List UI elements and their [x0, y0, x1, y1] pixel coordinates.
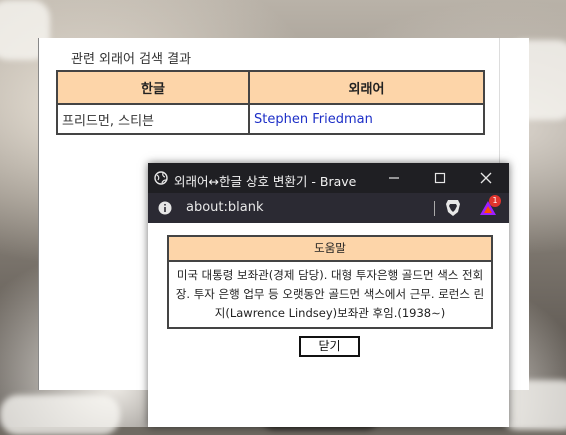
notification-badge: 1 — [489, 195, 501, 207]
address-bar: about:blank 1 — [148, 193, 509, 223]
close-window-button[interactable] — [463, 163, 509, 193]
window-titlebar[interactable]: 외래어↔한글 상호 변환기 - Brave — [148, 163, 509, 193]
column-header-korean: 한글 — [56, 70, 250, 105]
globe-icon — [154, 171, 168, 185]
maximize-button[interactable] — [417, 163, 463, 193]
close-icon — [480, 172, 492, 184]
popup-window: 외래어↔한글 상호 변환기 - Brave about:blank 1 도움말 — [148, 163, 509, 427]
foreign-word-link[interactable]: Stephen Friedman — [254, 112, 373, 127]
address-divider — [434, 201, 435, 216]
help-heading: 도움말 — [169, 237, 491, 262]
help-box: 도움말 미국 대통령 보좌관(경제 담당). 대형 투자은행 골드먼 색스 전회… — [167, 235, 493, 329]
cell-foreign: Stephen Friedman — [248, 103, 485, 135]
window-title: 외래어↔한글 상호 변환기 - Brave — [174, 174, 357, 189]
info-icon[interactable] — [158, 201, 172, 215]
column-header-foreign: 외래어 — [248, 70, 485, 105]
table-row: 프리드먼, 스티븐 Stephen Friedman — [56, 103, 485, 135]
help-description: 미국 대통령 보좌관(경제 담당). 대형 투자은행 골드먼 색스 전회장. 투… — [175, 268, 485, 320]
maximize-icon — [434, 172, 446, 184]
section-title: 관련 외래어 검색 결과 — [71, 52, 192, 67]
close-button[interactable]: 닫기 — [299, 336, 360, 357]
brave-shield-icon[interactable] — [445, 199, 461, 217]
address-url[interactable]: about:blank — [186, 200, 264, 215]
cell-korean: 프리드먼, 스티븐 — [56, 103, 250, 135]
minimize-icon — [389, 177, 399, 179]
result-table: 한글 외래어 프리드먼, 스티븐 Stephen Friedman — [56, 70, 485, 135]
minimize-button[interactable] — [371, 163, 417, 193]
